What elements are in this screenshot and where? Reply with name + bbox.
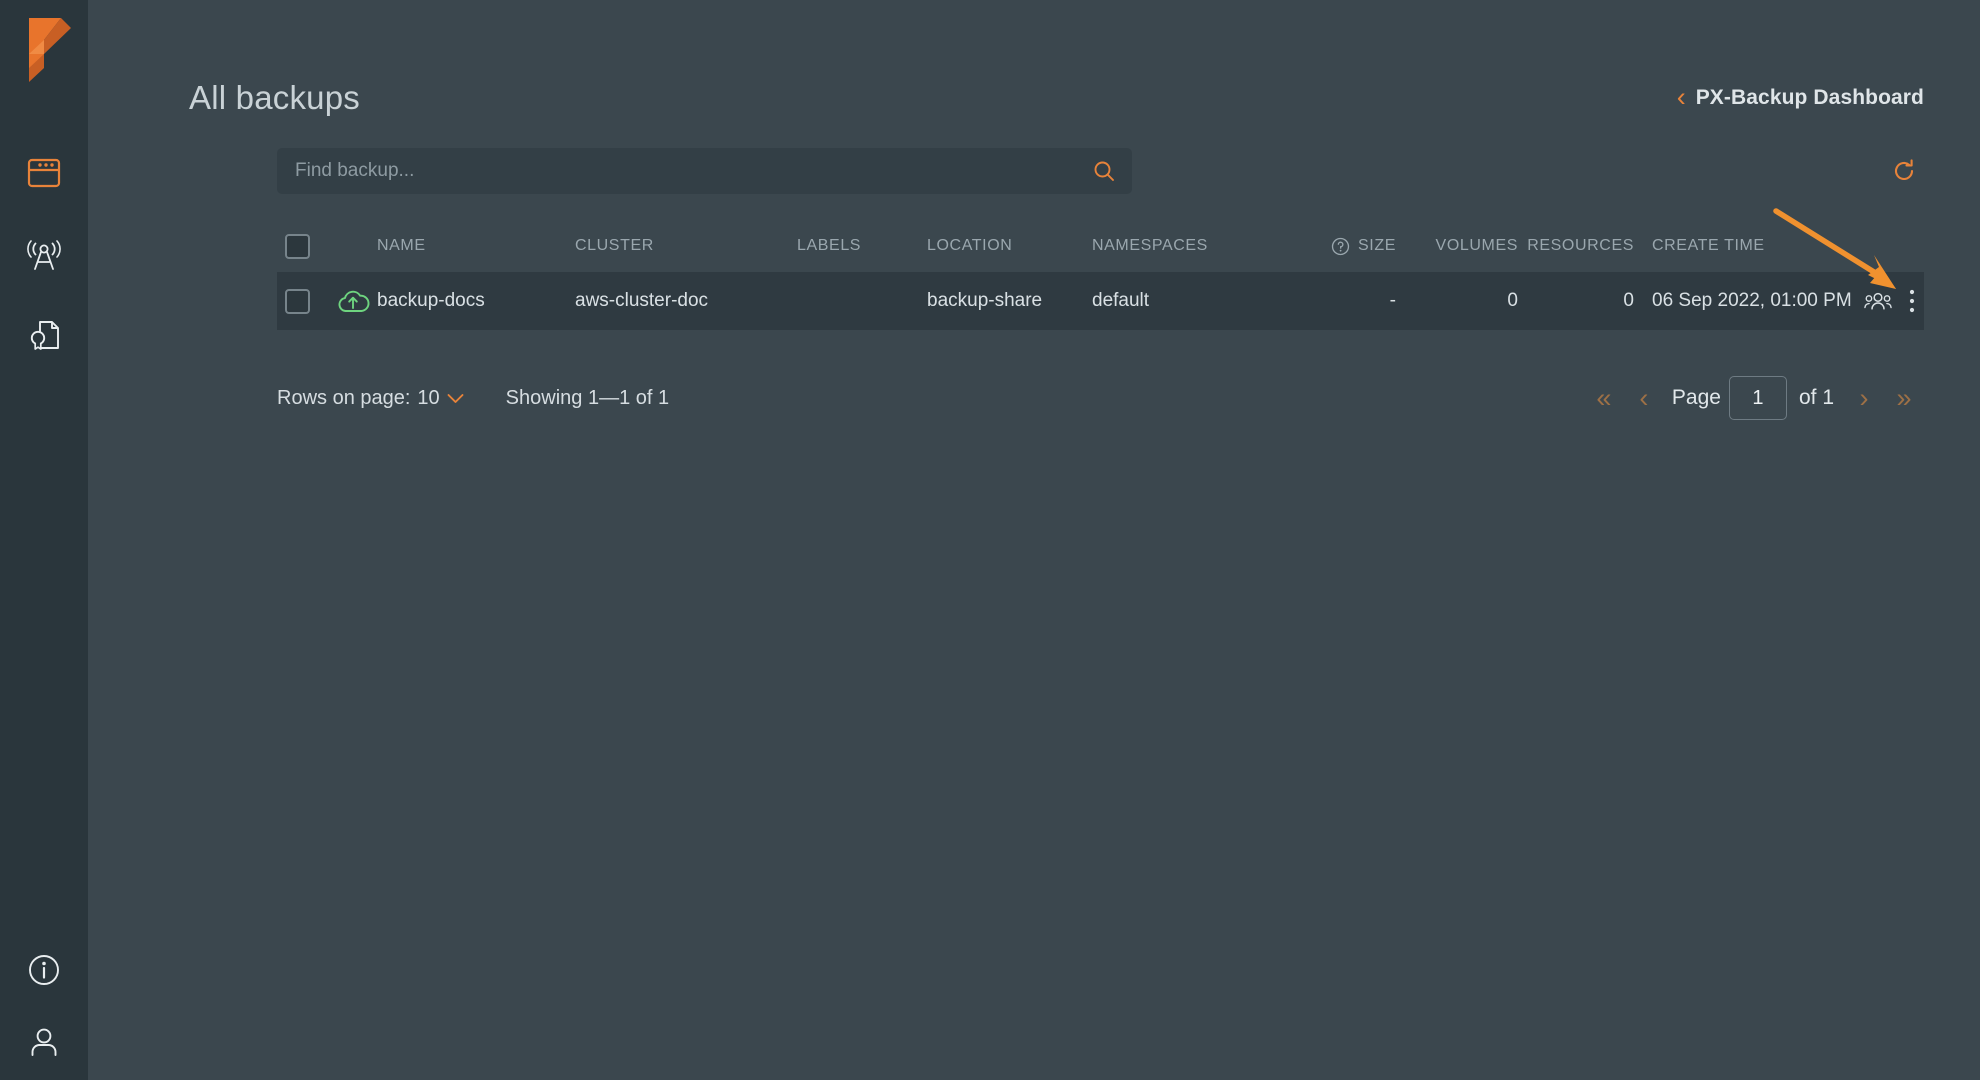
sidebar-item-clusters[interactable] xyxy=(0,238,88,272)
footer-left: Rows on page: 10 Showing 1—1 of 1 xyxy=(277,387,669,410)
prev-page-button[interactable]: ‹ xyxy=(1624,378,1664,418)
page-label: Page xyxy=(1672,386,1721,410)
pagination-controls: « ‹ Page of 1 › » xyxy=(1584,376,1924,420)
search-input[interactable] xyxy=(295,160,1092,182)
user-icon xyxy=(27,1025,61,1059)
column-header-namespaces[interactable]: NAMESPACES xyxy=(1092,237,1302,255)
cell-location: backup-share xyxy=(927,290,1092,312)
column-header-name[interactable]: NAME xyxy=(377,237,575,255)
last-page-button[interactable]: » xyxy=(1884,378,1924,418)
refresh-icon xyxy=(1890,157,1918,185)
rows-per-page-label: Rows on page: xyxy=(277,387,410,410)
table-header-row: NAME CLUSTER LABELS LOCATION NAMESPACES … xyxy=(277,220,1924,272)
cell-resources: 0 xyxy=(1518,290,1634,312)
refresh-button[interactable] xyxy=(1887,154,1921,188)
share-users-glyph xyxy=(1864,290,1892,312)
portworx-logo[interactable] xyxy=(0,14,88,86)
sidebar-item-license[interactable] xyxy=(0,318,88,352)
column-header-location[interactable]: LOCATION xyxy=(927,237,1092,255)
cell-size: - xyxy=(1302,290,1422,312)
document-seal-icon xyxy=(27,318,61,352)
row-checkbox[interactable] xyxy=(285,289,310,314)
column-header-labels[interactable]: LABELS xyxy=(797,237,927,255)
sidebar-item-account[interactable] xyxy=(0,1025,88,1059)
cell-namespaces: default xyxy=(1092,290,1302,312)
table-footer: Rows on page: 10 Showing 1—1 of 1 « ‹ Pa… xyxy=(277,370,1924,426)
search-row xyxy=(277,148,1924,194)
share-users-icon[interactable] xyxy=(1864,290,1892,312)
table-row[interactable]: backup-docs aws-cluster-doc backup-share… xyxy=(277,272,1924,330)
search-glyph xyxy=(1092,159,1116,183)
page-title: All backups xyxy=(189,79,360,117)
column-header-create-time[interactable]: CREATE TIME xyxy=(1634,237,1864,255)
page-number-input[interactable] xyxy=(1729,376,1787,420)
cell-cluster: aws-cluster-doc xyxy=(575,290,797,312)
row-actions-cell xyxy=(1864,288,1924,314)
column-header-size-label: SIZE xyxy=(1358,237,1396,255)
column-header-volumes[interactable]: VOLUMES xyxy=(1422,237,1518,255)
more-vertical-icon[interactable] xyxy=(1908,288,1916,314)
main-content: All backups ‹ PX-Backup Dashboard xyxy=(88,0,1980,1080)
more-vertical-glyph xyxy=(1908,288,1916,314)
portworx-logo-icon xyxy=(15,14,73,86)
dashboard-icon xyxy=(27,158,61,188)
chevron-down-icon xyxy=(447,393,464,404)
page-total-label: of 1 xyxy=(1799,386,1834,410)
sidebar-item-dashboard[interactable] xyxy=(0,158,88,188)
search-icon[interactable] xyxy=(1092,159,1116,183)
row-status-cell xyxy=(329,286,377,316)
help-circle-icon[interactable] xyxy=(1331,237,1350,256)
select-all-cell xyxy=(277,234,329,259)
rows-per-page-value: 10 xyxy=(417,387,439,410)
cell-name[interactable]: backup-docs xyxy=(377,290,575,312)
column-header-resources[interactable]: RESOURCES xyxy=(1518,237,1634,255)
chevron-left-icon: ‹ xyxy=(1677,84,1686,111)
cell-create-time: 06 Sep 2022, 01:00 PM xyxy=(1634,290,1864,312)
column-header-size[interactable]: SIZE xyxy=(1302,237,1422,256)
sidebar-item-info[interactable] xyxy=(0,953,88,987)
search-box[interactable] xyxy=(277,148,1132,194)
next-page-button[interactable]: › xyxy=(1844,378,1884,418)
back-to-dashboard-link[interactable]: ‹ PX-Backup Dashboard xyxy=(1677,85,1924,112)
showing-range-label: Showing 1—1 of 1 xyxy=(506,387,669,410)
cloud-upload-icon xyxy=(336,286,370,316)
backups-table: NAME CLUSTER LABELS LOCATION NAMESPACES … xyxy=(277,220,1924,330)
app-root: All backups ‹ PX-Backup Dashboard xyxy=(0,0,1980,1080)
first-page-button[interactable]: « xyxy=(1584,378,1624,418)
column-header-cluster[interactable]: CLUSTER xyxy=(575,237,797,255)
cell-volumes: 0 xyxy=(1422,290,1518,312)
row-select-cell xyxy=(277,289,329,314)
antenna-icon xyxy=(25,238,63,272)
info-icon xyxy=(27,953,61,987)
sidebar xyxy=(0,0,88,1080)
select-all-checkbox[interactable] xyxy=(285,234,310,259)
page-header: All backups ‹ PX-Backup Dashboard xyxy=(189,74,1924,122)
back-link-label: PX-Backup Dashboard xyxy=(1696,86,1924,110)
rows-per-page-select[interactable]: Rows on page: 10 xyxy=(277,387,464,410)
